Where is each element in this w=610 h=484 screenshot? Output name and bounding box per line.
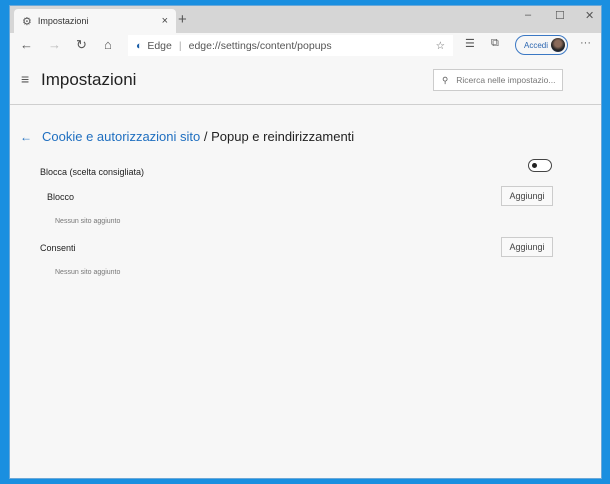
- edge-logo-icon: ◐: [136, 39, 143, 52]
- divider: |: [178, 39, 182, 52]
- sign-in-button[interactable]: Accedi: [515, 35, 568, 55]
- tab-settings[interactable]: ⚙ Impostazioni ×: [14, 9, 176, 33]
- url-text: edge://settings/content/popups: [188, 39, 332, 52]
- back-button[interactable]: ←: [20, 37, 33, 52]
- avatar: [551, 38, 565, 52]
- tab-bar: ⚙ Impostazioni × + – ☐ ✕: [10, 6, 601, 33]
- block-section-label: Blocco: [47, 192, 75, 202]
- back-arrow-icon[interactable]: ←: [20, 130, 32, 144]
- settings-header: ≡ Impostazioni ⚲ Ricerca nelle impostazi…: [10, 57, 601, 105]
- tab-title: Impostazioni: [37, 16, 89, 26]
- page-title: Impostazioni: [41, 70, 137, 89]
- favorites-icon[interactable]: ☰: [465, 37, 475, 50]
- favorite-star-icon[interactable]: ☆: [436, 40, 445, 52]
- maximize-button[interactable]: ☐: [555, 9, 565, 22]
- allow-empty-text: Nessun sito aggiunto: [55, 269, 121, 276]
- forward-button[interactable]: →: [48, 37, 61, 52]
- sign-in-label: Accedi: [524, 40, 549, 50]
- search-icon: ⚲: [442, 74, 449, 85]
- block-toggle[interactable]: [528, 159, 552, 172]
- allow-section-label: Consenti: [40, 243, 76, 253]
- close-tab-icon[interactable]: ×: [162, 15, 168, 27]
- gear-icon: ⚙: [22, 15, 32, 28]
- brand-label: Edge: [147, 39, 172, 52]
- block-empty-text: Nessun sito aggiunto: [55, 218, 121, 225]
- refresh-button[interactable]: ↻: [76, 37, 87, 53]
- close-window-button[interactable]: ✕: [585, 9, 594, 22]
- new-tab-button[interactable]: +: [178, 11, 187, 28]
- breadcrumb: ← Cookie e autorizzazioni sito / Popup e…: [20, 129, 354, 144]
- block-toggle-label: Blocca (scelta consigliata): [40, 167, 145, 177]
- home-button[interactable]: ⌂: [104, 37, 112, 52]
- add-block-button[interactable]: Aggiungi: [501, 186, 553, 206]
- address-bar[interactable]: ◐ Edge | edge://settings/content/popups …: [128, 35, 453, 56]
- collections-icon[interactable]: ⧉: [491, 37, 499, 50]
- hamburger-menu-icon[interactable]: ≡: [21, 71, 29, 87]
- breadcrumb-parent-link[interactable]: Cookie e autorizzazioni sito: [42, 129, 200, 144]
- breadcrumb-current: Popup e reindirizzamenti: [211, 129, 355, 144]
- breadcrumb-separator: /: [200, 129, 212, 144]
- minimize-button[interactable]: –: [525, 9, 531, 21]
- search-input[interactable]: ⚲ Ricerca nelle impostazio...: [433, 69, 563, 91]
- add-allow-button[interactable]: Aggiungi: [501, 237, 553, 257]
- search-placeholder: Ricerca nelle impostazio...: [456, 75, 556, 85]
- toolbar: ← → ↻ ⌂ ◐ Edge | edge://settings/content…: [10, 33, 601, 57]
- more-menu-button[interactable]: ···: [580, 37, 591, 49]
